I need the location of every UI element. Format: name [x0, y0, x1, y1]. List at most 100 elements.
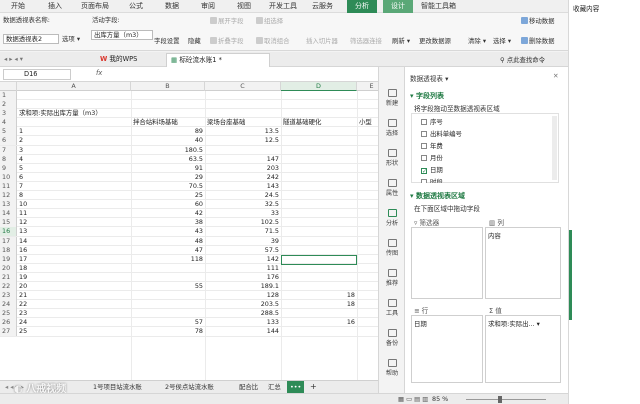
cell-c[interactable]: 203 — [205, 164, 281, 173]
cell-a[interactable]: 求和项:实际出库方量（m3） — [17, 109, 131, 118]
field-list-scrollbar[interactable] — [552, 116, 557, 180]
cell-a[interactable]: 20 — [17, 282, 131, 291]
filter-connection-button[interactable]: 筛选器连接 — [350, 37, 382, 46]
cell-b[interactable]: 拌合站料场基础 — [131, 118, 205, 127]
property-tool[interactable]: 属性 — [379, 179, 405, 197]
row-header[interactable]: 5 — [0, 127, 17, 137]
cell-a[interactable]: 2 — [17, 136, 131, 145]
row-header[interactable]: 18 — [0, 245, 17, 255]
row-header[interactable]: 22 — [0, 281, 17, 291]
value-field-pill[interactable]: 求和项:实际出... ▾ — [488, 319, 540, 328]
tab-review[interactable]: 审阅 — [198, 0, 218, 13]
row-field-pill[interactable]: 日期 — [414, 319, 427, 328]
cell-a[interactable]: 1 — [17, 127, 131, 136]
cell-c[interactable]: 57.5 — [205, 246, 281, 255]
column-area[interactable]: 内容 — [485, 227, 561, 299]
row-header[interactable]: 6 — [0, 136, 17, 146]
cell-d[interactable] — [281, 100, 357, 109]
row-header[interactable]: 19 — [0, 254, 17, 264]
column-field-pill[interactable]: 内容 — [488, 231, 501, 240]
cell-c[interactable]: 242 — [205, 173, 281, 182]
fx-icon[interactable]: fx — [96, 69, 102, 77]
document-tab-active[interactable]: ▦ 标砼流水账1 * — [166, 53, 270, 67]
cell-b[interactable]: 180.5 — [131, 146, 205, 155]
options-button[interactable]: 选项 ▾ — [62, 35, 80, 44]
formula-input[interactable] — [110, 69, 374, 80]
row-header[interactable]: 3 — [0, 109, 17, 119]
cell-c[interactable]: 203.5 — [205, 300, 281, 309]
cell-c[interactable]: 32.5 — [205, 200, 281, 209]
delete-pivot-button[interactable]: 删除数据 — [521, 37, 555, 46]
select-button[interactable]: 选择 ▾ — [493, 37, 511, 46]
select-tool[interactable]: 选择 — [379, 119, 405, 137]
cell-b[interactable]: 91 — [131, 164, 205, 173]
cell-d[interactable] — [281, 282, 357, 291]
tab-view[interactable]: 视图 — [234, 0, 254, 13]
row-header[interactable]: 24 — [0, 300, 17, 310]
cell-b[interactable] — [131, 300, 205, 309]
sheet-tab-4[interactable]: 汇总 — [265, 381, 284, 393]
cell-b[interactable]: 43 — [131, 227, 205, 236]
active-cell-d16[interactable] — [281, 255, 357, 265]
cell-c[interactable]: 梁场台座基础 — [205, 118, 281, 127]
cell-a[interactable]: 4 — [17, 155, 131, 164]
tab-developer[interactable]: 开发工具 — [266, 0, 300, 13]
cell-d[interactable] — [281, 173, 357, 182]
cell-a[interactable]: 14 — [17, 237, 131, 246]
field-item[interactable]: 序号 — [421, 117, 443, 126]
row-header[interactable]: 7 — [0, 145, 17, 155]
col-header-b[interactable]: B — [131, 82, 205, 91]
cell-b[interactable]: 118 — [131, 255, 205, 264]
row-header[interactable]: 4 — [0, 118, 17, 128]
row-header[interactable]: 14 — [0, 209, 17, 219]
cell-a[interactable]: 19 — [17, 273, 131, 282]
cell-d[interactable] — [281, 182, 357, 191]
spreadsheet-grid[interactable]: A B C D E 1 2 3 求和项:实际出库方量（m3） 4 拌合站料场基础 梁场台座基… — [0, 82, 378, 380]
tab-analyze[interactable]: 分析 — [347, 0, 377, 13]
tab-page-layout[interactable]: 页面布局 — [78, 0, 112, 13]
row-header[interactable]: 23 — [0, 291, 17, 301]
cell-b[interactable]: 60 — [131, 200, 205, 209]
checkbox[interactable] — [421, 119, 427, 125]
cell-a[interactable]: 18 — [17, 264, 131, 273]
cell-b[interactable]: 25 — [131, 191, 205, 200]
cell-d[interactable] — [281, 209, 357, 218]
cell-a[interactable]: 8 — [17, 191, 131, 200]
cell-d[interactable] — [281, 136, 357, 145]
col-header-e[interactable]: E — [357, 82, 378, 91]
row-header[interactable]: 27 — [0, 327, 17, 337]
row-header[interactable]: 17 — [0, 236, 17, 246]
tools-tool[interactable]: 工具 — [379, 299, 405, 317]
field-list-heading[interactable]: ▾ 字段列表 — [410, 91, 444, 101]
row-header[interactable]: 10 — [0, 172, 17, 182]
cell-a[interactable]: 24 — [17, 318, 131, 327]
row-header[interactable]: 11 — [0, 181, 17, 191]
cell-b[interactable]: 29 — [131, 173, 205, 182]
field-item[interactable]: ✓ 日期 — [421, 165, 443, 175]
cell-b[interactable]: 57 — [131, 318, 205, 327]
cell-c[interactable]: 144 — [205, 327, 281, 336]
cell-c[interactable]: 133 — [205, 318, 281, 327]
expand-field-button[interactable]: 展开字段 — [210, 17, 244, 26]
cell-a[interactable] — [17, 91, 131, 100]
cell-d[interactable] — [281, 91, 357, 100]
panel-splitter[interactable] — [569, 230, 572, 320]
col-header-c[interactable]: C — [205, 82, 281, 91]
recommend-tool[interactable]: 推荐 — [379, 269, 405, 287]
tab-data[interactable]: 数据 — [162, 0, 182, 13]
cell-c[interactable]: 102.5 — [205, 218, 281, 227]
cell-c[interactable]: 12.5 — [205, 136, 281, 145]
cell-d[interactable] — [281, 237, 357, 246]
cell-b[interactable]: 40 — [131, 136, 205, 145]
checkbox[interactable] — [421, 179, 427, 183]
cell-d[interactable] — [281, 155, 357, 164]
cell-c[interactable] — [205, 91, 281, 100]
add-sheet-button[interactable]: + — [307, 381, 320, 393]
row-header[interactable]: 15 — [0, 218, 17, 228]
cell-c[interactable]: 39 — [205, 237, 281, 246]
cell-b[interactable]: 47 — [131, 246, 205, 255]
cell-c[interactable]: 288.5 — [205, 309, 281, 318]
sheet-tab-3[interactable]: 配合比 — [236, 381, 261, 393]
row-area[interactable]: 日期 — [411, 315, 483, 383]
cell-d[interactable] — [281, 109, 357, 118]
